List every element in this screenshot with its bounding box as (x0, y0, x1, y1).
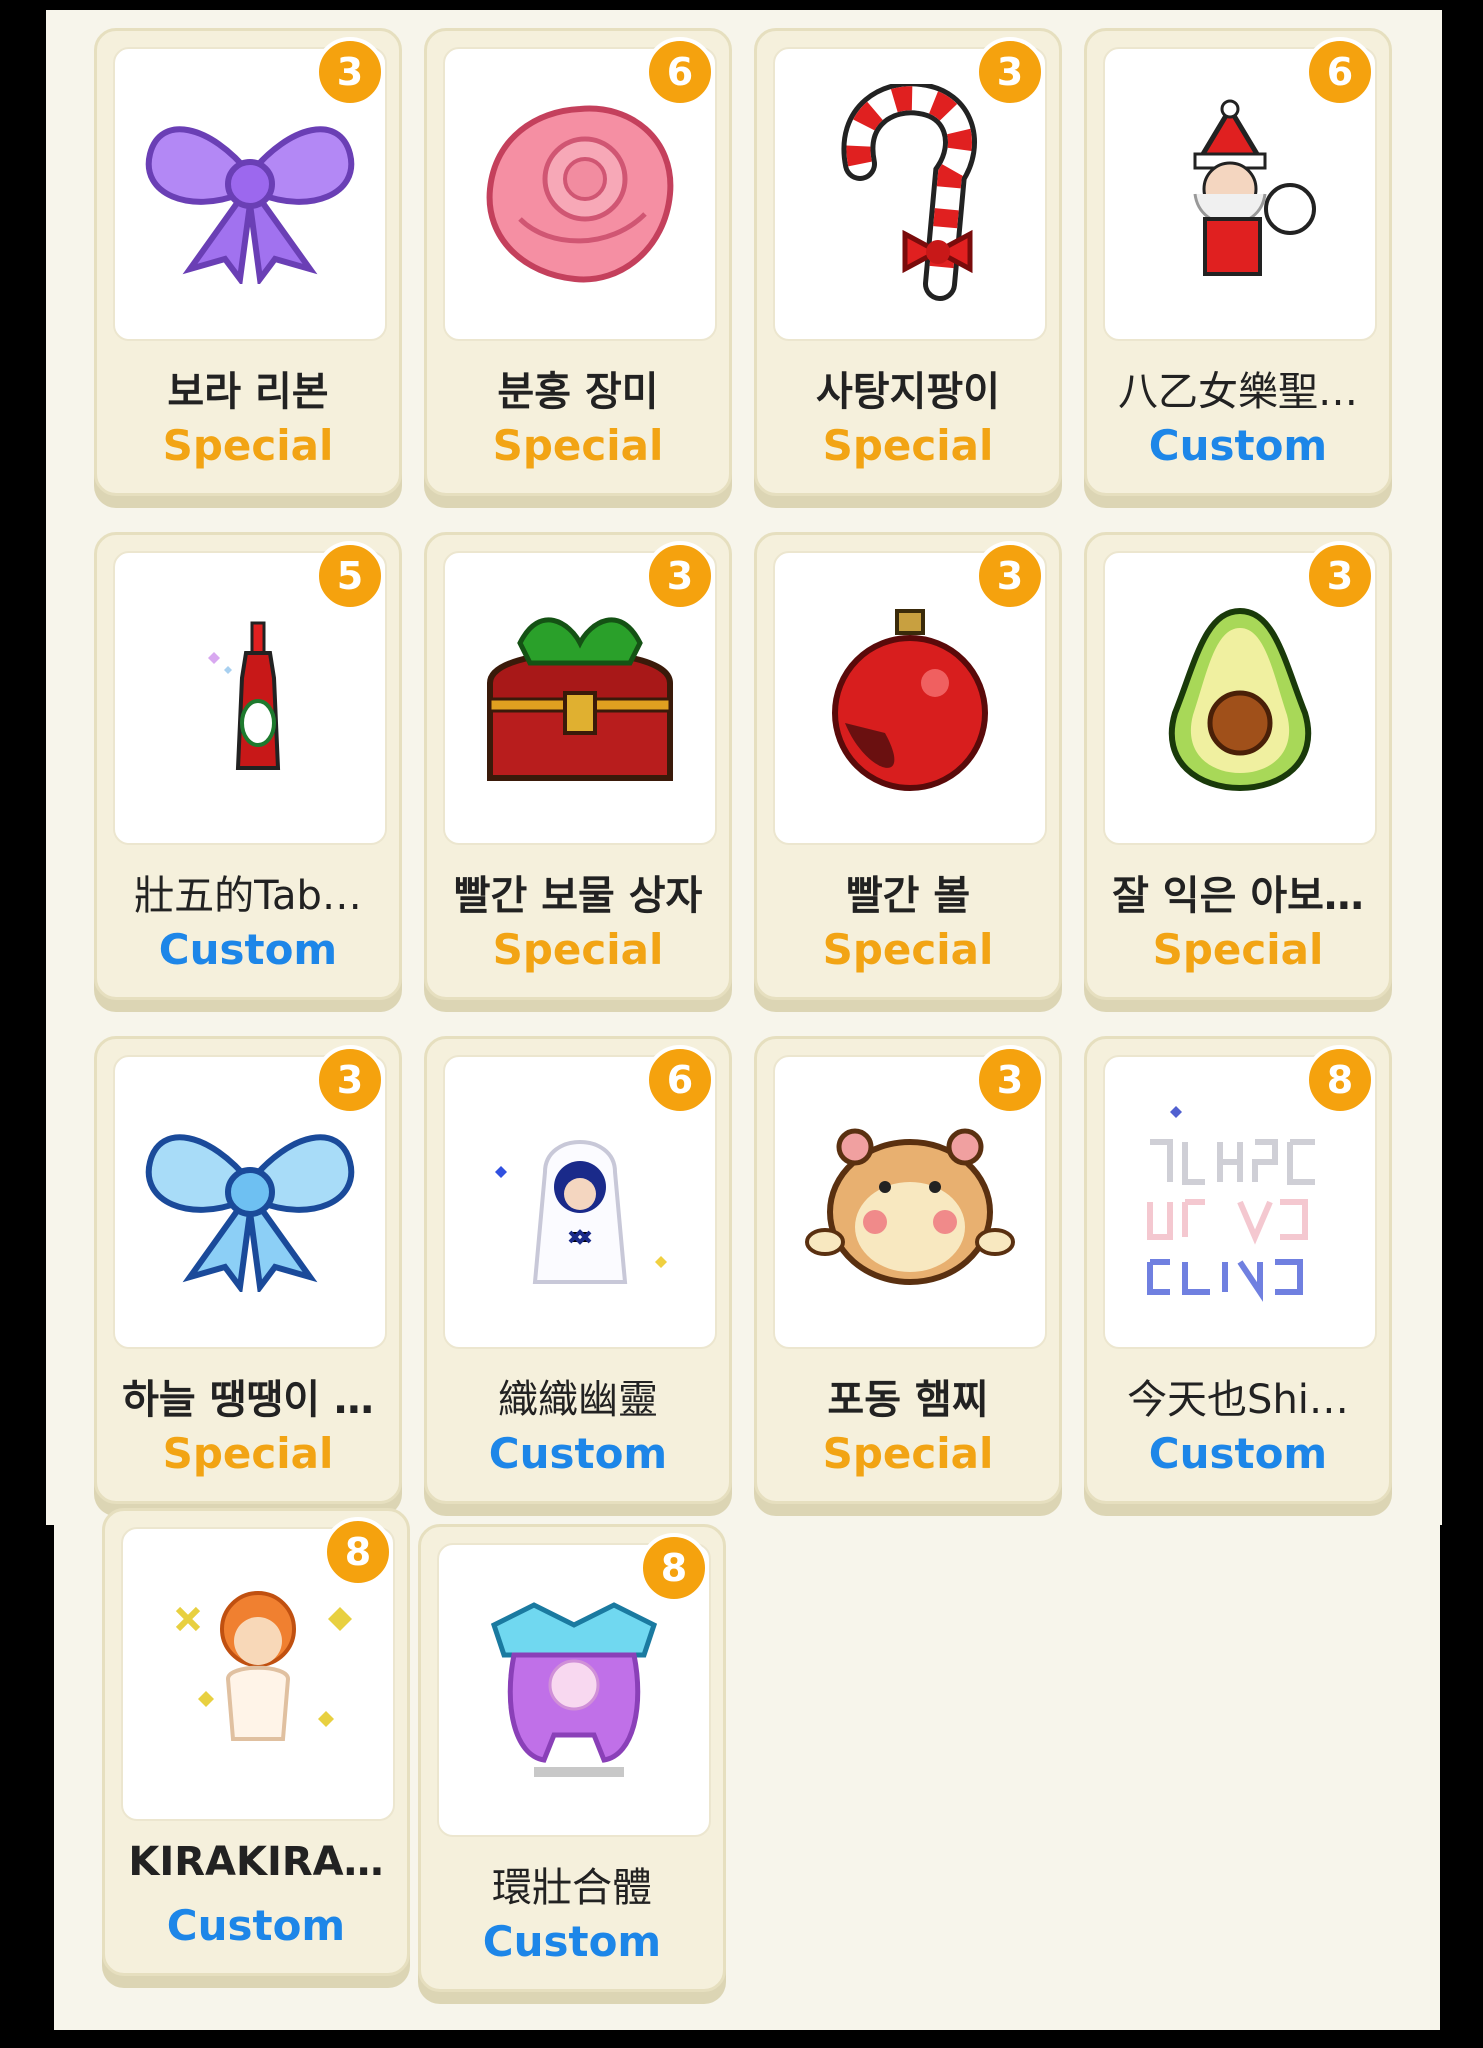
avocado-icon (1165, 603, 1315, 793)
sticker-type: Special (492, 421, 664, 470)
angel-character-icon (158, 1579, 358, 1769)
sticker-card[interactable]: 3 포동 햄찌 Special (754, 1036, 1062, 1504)
sticker-type: Special (822, 421, 994, 470)
pixel-text-icon (1130, 1102, 1350, 1302)
count-badge: 3 (975, 1045, 1045, 1115)
sticker-card[interactable]: 6 분홍 장미 Special (424, 28, 732, 496)
sticker-type: Special (822, 925, 994, 974)
sticker-card[interactable]: 3 잘 익은 아보… Special (1084, 532, 1392, 1000)
santa-icon (1160, 99, 1320, 289)
sticker-type: Custom (158, 925, 338, 974)
sticker-name: 분홍 장미 (497, 369, 659, 415)
sticker-name: 사탕지팡이 (816, 369, 1000, 415)
sky-ribbon-icon (140, 1112, 360, 1292)
pink-rose-icon (480, 99, 680, 289)
sticker-card[interactable]: 8 今天也Shi… Custom (1084, 1036, 1392, 1504)
sticker-card[interactable]: 3 빨간 볼 Special (754, 532, 1062, 1000)
count-badge: 3 (315, 1045, 385, 1115)
hamster-icon (805, 1112, 1015, 1292)
sticker-card[interactable]: 6 織織幽靈 Custom (424, 1036, 732, 1504)
sticker-card[interactable]: 3 빨간 보물 상자 Special (424, 532, 732, 1000)
sticker-name: 今天也Shi… (1127, 1377, 1349, 1423)
sticker-type: Special (162, 1429, 334, 1478)
count-badge: 6 (645, 1045, 715, 1115)
red-ornament-icon (825, 603, 995, 793)
count-badge: 6 (1305, 37, 1375, 107)
sticker-type: Special (1152, 925, 1324, 974)
sticker-card[interactable]: 8 KIRAKIRA… Custom (102, 1508, 410, 1976)
sticker-name: 포동 햄찌 (827, 1377, 989, 1423)
sticker-type: Custom (482, 1917, 662, 1966)
count-badge: 3 (315, 37, 385, 107)
count-badge: 6 (645, 37, 715, 107)
count-badge: 3 (645, 541, 715, 611)
sticker-name: KIRAKIRA… (128, 1839, 384, 1885)
purple-creature-icon (474, 1595, 674, 1785)
sticker-type: Custom (1148, 1429, 1328, 1478)
sticker-name: 織織幽靈 (498, 1377, 658, 1423)
count-badge: 8 (1305, 1045, 1375, 1115)
sticker-card[interactable]: 3 보라 리본 Special (94, 28, 402, 496)
sticker-type: Special (492, 925, 664, 974)
sticker-name: 하늘 땡땡이 … (122, 1377, 374, 1423)
count-badge: 8 (323, 1517, 393, 1587)
sticker-name: 八乙女樂聖… (1118, 369, 1358, 415)
sticker-card[interactable]: 3 사탕지팡이 Special (754, 28, 1062, 496)
count-badge: 3 (975, 37, 1045, 107)
ghost-character-icon (485, 1112, 675, 1292)
sticker-type: Special (162, 421, 334, 470)
count-badge: 5 (315, 541, 385, 611)
sticker-name: 잘 익은 아보… (1112, 873, 1364, 919)
sticker-card[interactable]: 3 하늘 땡땡이 … Special (94, 1036, 402, 1504)
sticker-name: 壯五的Tab… (134, 873, 362, 919)
count-badge: 3 (1305, 541, 1375, 611)
sticker-type: Custom (166, 1901, 346, 1950)
sticker-type: Custom (1148, 421, 1328, 470)
purple-ribbon-icon (140, 104, 360, 284)
sticker-name: 빨간 볼 (845, 873, 971, 919)
sticker-type: Custom (488, 1429, 668, 1478)
sticker-card[interactable]: 6 八乙女樂聖… Custom (1084, 28, 1392, 496)
sticker-type: Special (822, 1429, 994, 1478)
sticker-card[interactable]: 5 壯五的Tab… Custom (94, 532, 402, 1000)
candy-cane-icon (820, 84, 1000, 304)
treasure-chest-icon (480, 603, 680, 793)
sticker-card[interactable]: 8 環壯合體 Custom (418, 1524, 726, 1992)
count-badge: 8 (639, 1533, 709, 1603)
count-badge: 3 (975, 541, 1045, 611)
sticker-name: 보라 리본 (167, 369, 329, 415)
tabasco-bottle-icon (200, 618, 300, 778)
sticker-name: 環壯合體 (492, 1865, 652, 1911)
sticker-name: 빨간 보물 상자 (453, 873, 703, 919)
